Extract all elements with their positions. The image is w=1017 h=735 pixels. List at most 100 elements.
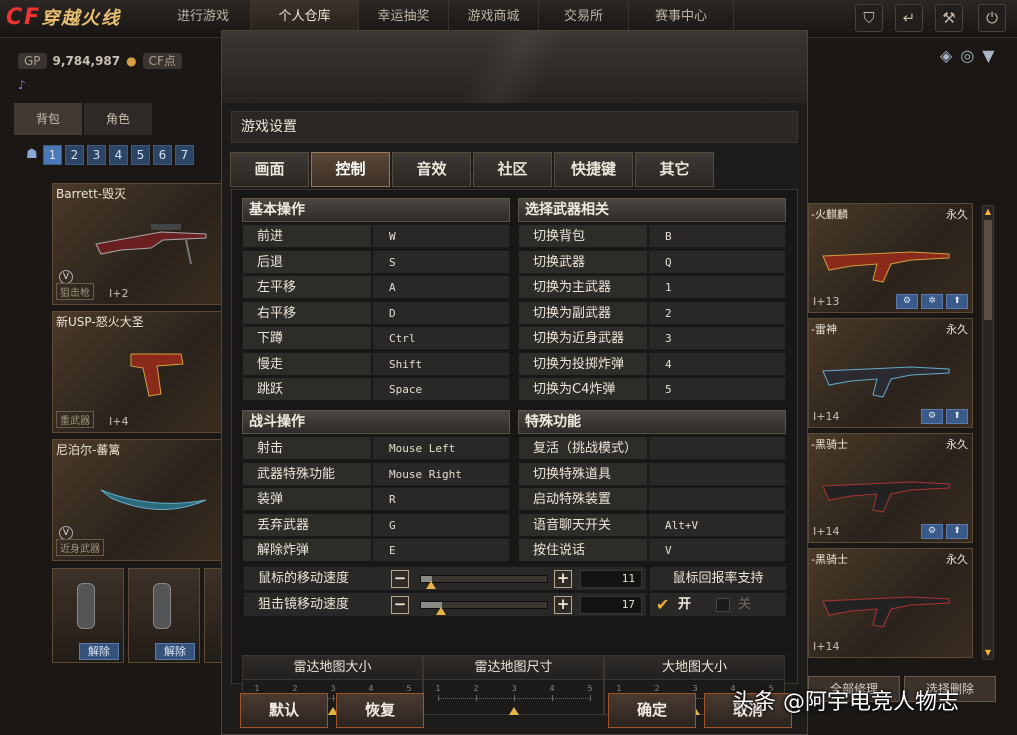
keybind-row: 切换武器 Q (518, 249, 786, 274)
cf-points-tag: CF点 (142, 53, 182, 69)
weapon-card[interactable]: -黑骑士 永久 I+14 ⚙ ⬆ (808, 433, 973, 543)
upgrade-icon[interactable]: ⬆ (946, 294, 968, 309)
grenade-card[interactable]: 解除 (52, 568, 124, 663)
scroll-down-icon[interactable]: ▼ (983, 647, 993, 659)
weapon-card[interactable]: 新USP-怒火大圣 重武器 I+4 (52, 311, 222, 433)
weapon-card[interactable]: Barrett-毁灭 V 狙击枪 I+2 (52, 183, 222, 305)
unlock-button[interactable]: 解除 (79, 643, 119, 660)
map-slider-thumb[interactable] (509, 707, 519, 715)
map-tick (552, 695, 553, 701)
keybind-key[interactable]: Mouse Right (372, 461, 510, 486)
keybind-key[interactable]: S (372, 249, 510, 274)
keybind-action: 切换特殊道具 (518, 461, 648, 486)
refresh-on-label[interactable]: 开 (678, 593, 691, 617)
subtab-character[interactable]: 角色 (84, 103, 152, 135)
wrench-icon[interactable]: ⚒ (935, 4, 963, 32)
tab-hotkeys[interactable]: 快捷键 (554, 152, 633, 187)
slider-value[interactable]: 17 (580, 596, 642, 614)
page-button[interactable]: 3 (87, 145, 106, 165)
increase-button[interactable]: + (554, 596, 572, 614)
tab-other[interactable]: 其它 (635, 152, 714, 187)
default-button[interactable]: 默认 (240, 693, 328, 728)
power-icon[interactable]: ⏻ (978, 4, 1006, 32)
slider-track[interactable] (420, 575, 548, 583)
keybind-key[interactable]: Mouse Left (372, 436, 510, 460)
keybind-action: 切换为投掷炸弹 (518, 351, 648, 376)
keybind-key[interactable]: D (372, 300, 510, 325)
keybind-key[interactable]: 3 (648, 326, 786, 350)
page-button[interactable]: 6 (153, 145, 172, 165)
inventory-scrollbar[interactable]: ▲ ▼ (982, 205, 994, 660)
restore-button[interactable]: 恢复 (336, 693, 424, 728)
upgrade-icon[interactable]: ⬆ (946, 409, 968, 424)
keybind-key[interactable]: 5 (648, 377, 786, 401)
decrease-button[interactable]: − (391, 596, 409, 614)
knife-icon (100, 489, 207, 511)
map-scale[interactable]: 1 2 3 4 5 (434, 684, 594, 715)
repair-icon[interactable]: ⚙ (921, 409, 943, 424)
pistol-icon (130, 353, 184, 397)
tab-graphics[interactable]: 画面 (230, 152, 309, 187)
keybind-key[interactable]: E (372, 538, 510, 562)
tab-sound[interactable]: 音效 (392, 152, 471, 187)
keybind-key[interactable]: Q (648, 249, 786, 274)
page-button[interactable]: 1 (43, 145, 62, 165)
keybind-key[interactable]: Ctrl (372, 326, 510, 350)
v-badge-icon: V (59, 270, 73, 284)
map-setting-label: 大地图大小 (605, 656, 784, 680)
repair-icon[interactable]: ⚙ (921, 524, 943, 539)
logout-arrow-icon[interactable]: ↵ (895, 4, 923, 32)
weapon-name: 尼泊尔-蕃篱 (56, 443, 121, 457)
weapon-card[interactable]: -黑骑士 永久 I+14 (808, 548, 973, 658)
tab-community[interactable]: 社区 (473, 152, 552, 187)
weapon-card[interactable]: -雷神 永久 I+14 ⚙ ⬆ (808, 318, 973, 428)
keybind-key[interactable]: A (372, 275, 510, 299)
repair-icon[interactable]: ⚙ (896, 294, 918, 309)
slider-value[interactable]: 11 (580, 570, 642, 588)
rifle-icon (822, 596, 950, 628)
keybind-row: 左平移 A (242, 275, 510, 299)
weapon-card[interactable]: -火麒麟 永久 I+13 ⚙ ✲ ⬆ (808, 203, 973, 313)
keybind-action: 切换为主武器 (518, 275, 648, 299)
page-button[interactable]: 7 (175, 145, 194, 165)
keybind-key[interactable]: W (372, 224, 510, 248)
keybind-key[interactable]: 1 (648, 275, 786, 299)
weapon-card[interactable]: 尼泊尔-蕃篱 V 近身武器 (52, 439, 222, 561)
keybind-key[interactable] (648, 487, 786, 511)
page-button[interactable]: 5 (131, 145, 150, 165)
keybind-key[interactable]: V (648, 538, 786, 562)
keybind-key[interactable]: R (372, 487, 510, 511)
decrease-button[interactable]: − (391, 570, 409, 588)
settings-gear-icon[interactable]: ✲ (921, 294, 943, 309)
checkmark-icon[interactable]: ✔ (656, 597, 670, 613)
slider-thumb[interactable] (436, 607, 446, 615)
subtab-backpack[interactable]: 背包 (14, 103, 82, 135)
scroll-up-icon[interactable]: ▲ (983, 206, 993, 218)
ok-button[interactable]: 确定 (608, 693, 696, 728)
keybind-key[interactable]: 2 (648, 300, 786, 325)
weapon-level: I+4 (109, 415, 129, 428)
keybind-row: 右平移 D (242, 300, 510, 325)
keybind-key[interactable]: 4 (648, 351, 786, 376)
slider-thumb[interactable] (426, 581, 436, 589)
keybind-key[interactable]: Space (372, 377, 510, 401)
refresh-off-checkbox[interactable] (716, 598, 730, 612)
refresh-off-label[interactable]: 关 (738, 593, 751, 617)
page-button[interactable]: 4 (109, 145, 128, 165)
grenade-card[interactable]: 解除 (128, 568, 200, 663)
shield-icon[interactable]: ⛉ (855, 4, 883, 32)
dialog-title: 游戏设置 (231, 111, 798, 143)
page-button[interactable]: 2 (65, 145, 84, 165)
scroll-thumb[interactable] (984, 220, 992, 320)
keybind-key[interactable] (648, 461, 786, 486)
keybind-key[interactable]: B (648, 224, 786, 248)
keybind-key[interactable] (648, 436, 786, 460)
unlock-button[interactable]: 解除 (155, 643, 195, 660)
increase-button[interactable]: + (554, 570, 572, 588)
keybind-key[interactable]: Shift (372, 351, 510, 376)
keybind-row: 前进 W (242, 224, 510, 248)
keybind-key[interactable]: Alt+V (648, 512, 786, 537)
upgrade-icon[interactable]: ⬆ (946, 524, 968, 539)
keybind-key[interactable]: G (372, 512, 510, 537)
tab-controls[interactable]: 控制 (311, 152, 390, 187)
